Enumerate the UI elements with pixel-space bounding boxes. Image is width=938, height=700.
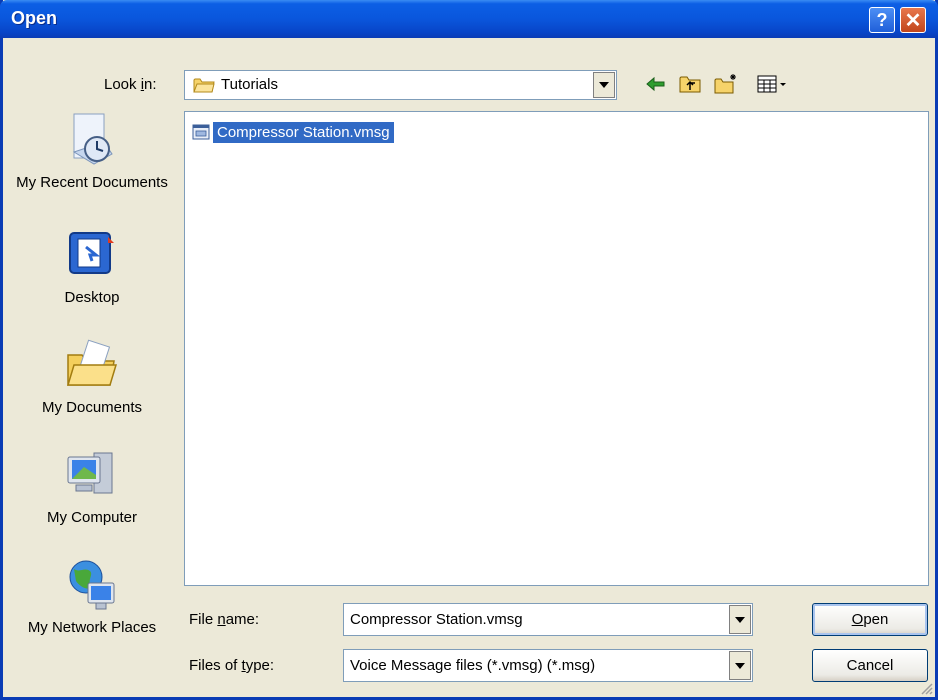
file-type-value: Voice Message files (*.vmsg) (*.msg) (350, 657, 596, 674)
open-button[interactable]: Open (812, 603, 928, 636)
look-in-arrow[interactable] (593, 72, 615, 98)
file-name: Compressor Station.vmsg (212, 120, 395, 144)
place-recent-documents[interactable]: My Recent Documents (13, 112, 171, 191)
place-desktop[interactable]: Desktop (13, 227, 171, 306)
desktop-icon (69, 232, 114, 274)
look-in-label: Look in: (104, 76, 157, 93)
file-list[interactable]: Compressor Station.vmsg (184, 111, 929, 586)
place-my-computer[interactable]: My Computer (13, 447, 171, 526)
vmsg-file-icon (192, 124, 210, 140)
help-button[interactable]: ? (869, 7, 895, 33)
place-label: My Documents (41, 399, 143, 416)
file-name-arrow[interactable] (729, 605, 751, 634)
place-network[interactable]: My Network Places (13, 557, 171, 636)
file-name-label: File name: (189, 611, 260, 628)
place-label: My Network Places (27, 619, 157, 636)
up-folder-icon[interactable] (678, 72, 704, 96)
network-places-icon (69, 560, 115, 610)
cancel-button[interactable]: Cancel (812, 649, 928, 682)
title-bar[interactable]: Open ? ✕ (0, 0, 938, 38)
open-dialog: Open ? ✕ Look in: Tutorials My Recent Do… (0, 0, 938, 700)
look-in-dropdown[interactable]: Tutorials (184, 70, 617, 100)
list-item[interactable]: Compressor Station.vmsg (192, 119, 395, 145)
file-type-dropdown[interactable]: Voice Message files (*.vmsg) (*.msg) (343, 649, 753, 682)
my-computer-icon (67, 452, 113, 494)
file-type-label: Files of type: (189, 657, 275, 674)
resize-grip-icon[interactable] (919, 681, 933, 695)
new-folder-icon[interactable] (713, 72, 739, 96)
place-label: My Computer (46, 509, 138, 526)
back-arrow-icon[interactable] (643, 72, 669, 96)
close-button[interactable]: ✕ (900, 7, 926, 33)
file-name-value[interactable]: Compressor Station.vmsg (350, 611, 523, 628)
places-bar: My Recent Documents Desktop My Documents (13, 112, 171, 690)
window-title: Open (11, 8, 58, 28)
place-label: My Recent Documents (16, 174, 168, 191)
file-type-arrow[interactable] (729, 651, 751, 680)
file-name-input[interactable]: Compressor Station.vmsg (343, 603, 753, 636)
folder-icon (193, 78, 215, 93)
place-my-documents[interactable]: My Documents (13, 337, 171, 416)
place-label: Desktop (64, 289, 120, 306)
look-in-value: Tutorials (221, 76, 278, 93)
my-documents-icon (66, 339, 118, 386)
recent-documents-icon (72, 113, 113, 165)
view-menu-icon[interactable] (755, 72, 791, 96)
